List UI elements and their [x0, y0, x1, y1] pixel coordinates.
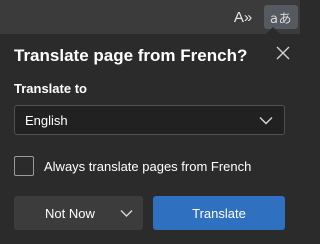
close-button[interactable] — [272, 42, 294, 64]
translate-flyout: Translate page from French? Translate to… — [0, 27, 300, 244]
read-aloud-button[interactable]: A» — [230, 7, 256, 27]
flyout-title: Translate page from French? — [14, 46, 248, 65]
not-now-button[interactable]: Not Now — [14, 196, 143, 230]
flyout-pointer — [266, 27, 280, 34]
browser-toolbar: A» aあ — [0, 0, 300, 34]
translate-to-label: Translate to — [14, 81, 87, 96]
always-translate-checkbox[interactable] — [14, 156, 34, 176]
translate-icon: aあ — [270, 11, 292, 27]
translate-toolbar-button[interactable]: aあ — [264, 5, 298, 29]
always-translate-label: Always translate pages from French — [44, 158, 252, 174]
translate-button[interactable]: Translate — [153, 196, 285, 230]
chevron-down-icon — [259, 117, 273, 125]
chevron-down-icon[interactable] — [120, 209, 133, 217]
not-now-label: Not Now — [45, 205, 95, 221]
language-select-value: English — [25, 112, 68, 128]
always-translate-option[interactable]: Always translate pages from French — [14, 156, 251, 176]
language-select[interactable]: English — [14, 105, 285, 135]
translate-button-label: Translate — [192, 205, 246, 221]
read-aloud-icon: A» — [233, 8, 253, 26]
close-icon — [276, 46, 290, 60]
